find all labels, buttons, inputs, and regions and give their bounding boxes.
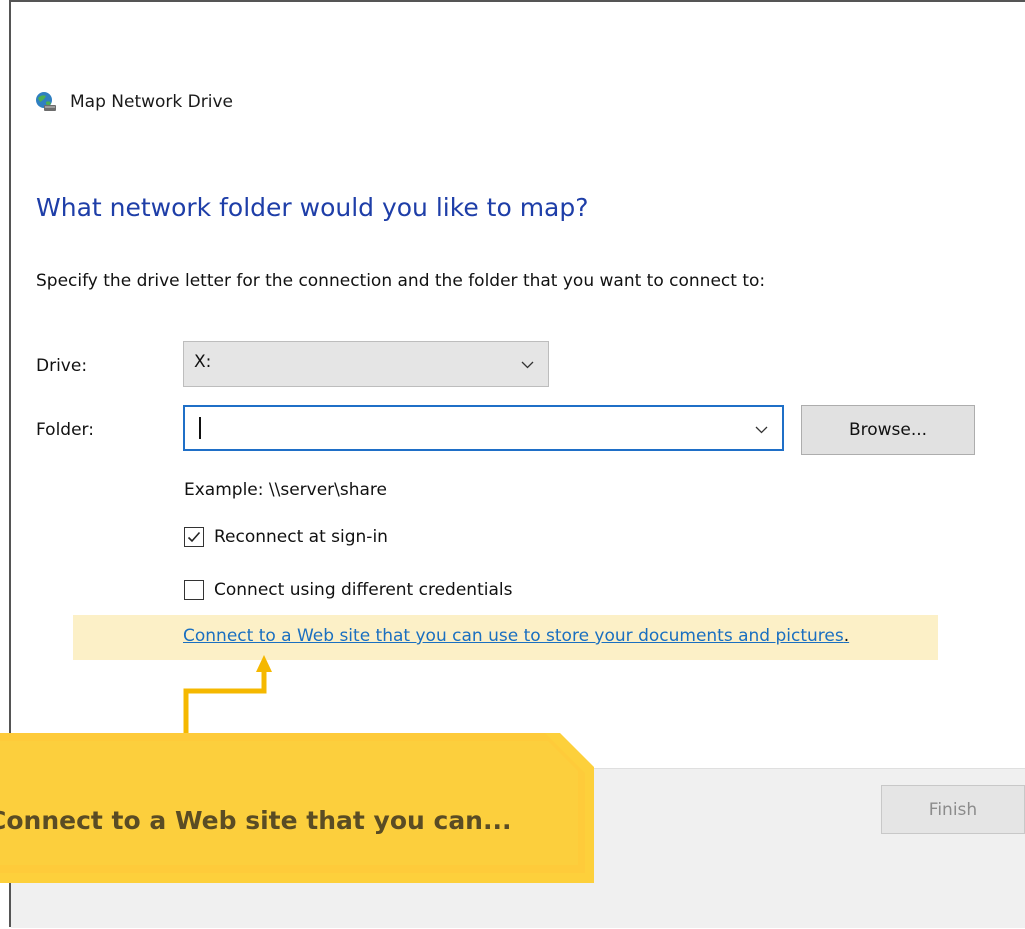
finish-button[interactable]: Finish bbox=[881, 785, 1025, 834]
arrow-head-icon bbox=[256, 655, 272, 672]
callout-text: Connect to a Web site that you can... bbox=[0, 790, 585, 850]
callout-label: Connect to a Web site that you can... bbox=[0, 805, 512, 835]
